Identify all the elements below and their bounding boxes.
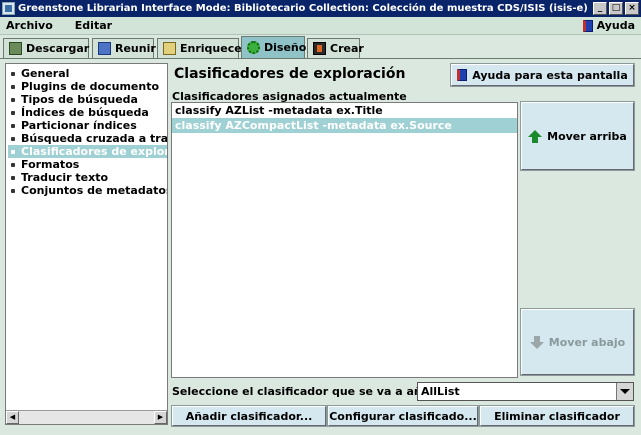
- move-down-button[interactable]: Mover abajo: [520, 308, 635, 376]
- sidebar-item-label: Índices de búsqueda: [21, 106, 149, 119]
- bullet-icon: [11, 149, 15, 154]
- tab-enriquecer[interactable]: Enriquecer: [157, 38, 247, 58]
- arrow-down-icon: [529, 335, 544, 349]
- sidebar-item-label: Plugins de documento: [21, 80, 160, 93]
- menu-help-label: Ayuda: [596, 19, 635, 32]
- sidebar-list: General Plugins de documento Tipos de bú…: [6, 64, 167, 197]
- classifier-select-value: AllList: [421, 385, 460, 398]
- enrich-icon: [163, 42, 176, 55]
- gear-icon: [247, 41, 260, 54]
- sidebar-item-cross-search[interactable]: Búsqueda cruzada a través: [8, 132, 167, 145]
- sidebar-item-label: Conjuntos de metadatos: [21, 184, 167, 197]
- menu-bar: Archivo Editar Ayuda: [0, 17, 641, 35]
- list-item[interactable]: classify AZCompactList -metadata ex.Sour…: [172, 118, 517, 133]
- tab-label: Descargar: [26, 42, 90, 55]
- sidebar-item-label: Formatos: [21, 158, 80, 171]
- sidebar-item-label: Búsqueda cruzada a través: [21, 132, 167, 145]
- sidebar-horizontal-scrollbar[interactable]: ◀ ▶: [6, 410, 167, 424]
- app-icon: [2, 2, 15, 15]
- bullet-icon: [11, 84, 15, 89]
- add-classifier-button[interactable]: Añadir clasificador...: [171, 405, 327, 427]
- tab-descargar[interactable]: Descargar: [3, 38, 89, 58]
- tab-reunir[interactable]: Reunir: [92, 38, 156, 58]
- sidebar-item-label: Clasificadores de exploración: [21, 145, 167, 158]
- maximize-button[interactable]: □: [609, 2, 623, 15]
- sidebar-item-search-indexes[interactable]: Índices de búsqueda: [8, 106, 167, 119]
- create-icon: [313, 42, 326, 55]
- window-controls: _ □ ×: [593, 2, 639, 15]
- gather-icon: [98, 42, 111, 55]
- help-screen-button[interactable]: Ayuda para esta pantalla: [450, 63, 635, 87]
- bullet-icon: [11, 97, 15, 102]
- chevron-down-icon[interactable]: [616, 383, 633, 400]
- sidebar-item-translate[interactable]: Traducir texto: [8, 171, 167, 184]
- menu-archivo[interactable]: Archivo: [6, 19, 53, 32]
- design-sidebar: General Plugins de documento Tipos de bú…: [5, 63, 168, 425]
- tab-bar: Descargar Reunir Enriquecer Diseño Crear: [0, 36, 641, 58]
- tab-label: Crear: [330, 42, 364, 55]
- design-panel: General Plugins de documento Tipos de bú…: [0, 58, 641, 435]
- sidebar-item-search-types[interactable]: Tipos de búsqueda: [8, 93, 167, 106]
- scroll-right-icon[interactable]: ▶: [154, 411, 167, 424]
- classifier-select-label: Seleccione el clasificador que se va a a…: [172, 385, 451, 398]
- title-bar: Greenstone Librarian Interface Mode: Bib…: [0, 0, 641, 17]
- sidebar-item-general[interactable]: General: [8, 67, 167, 80]
- scroll-track[interactable]: [19, 411, 154, 424]
- help-book-icon: [582, 19, 593, 32]
- bullet-icon: [11, 136, 15, 141]
- remove-classifier-button[interactable]: Eliminar clasificador: [479, 405, 635, 427]
- help-book-icon: [457, 69, 468, 81]
- menu-help[interactable]: Ayuda: [582, 19, 635, 32]
- sidebar-item-label: Particionar índices: [21, 119, 137, 132]
- sidebar-item-label: Tipos de búsqueda: [21, 93, 138, 106]
- minimize-button[interactable]: _: [593, 2, 607, 15]
- download-icon: [9, 42, 22, 55]
- help-screen-label: Ayuda para esta pantalla: [472, 68, 628, 82]
- bullet-icon: [11, 71, 15, 76]
- scroll-left-icon[interactable]: ◀: [6, 411, 19, 424]
- bullet-icon: [11, 162, 15, 167]
- tab-label: Diseño: [264, 41, 307, 54]
- sidebar-item-label: General: [21, 67, 70, 80]
- arrow-up-icon: [528, 129, 543, 143]
- classifier-list: classify AZList -metadata ex.Title class…: [171, 102, 518, 378]
- window-title: Greenstone Librarian Interface Mode: Bib…: [18, 3, 588, 14]
- move-up-label: Mover arriba: [547, 129, 627, 143]
- configure-classifier-button[interactable]: Configurar clasificado...: [327, 405, 479, 427]
- tab-diseno[interactable]: Diseño: [241, 36, 307, 58]
- bullet-icon: [11, 110, 15, 115]
- sidebar-item-metadata-sets[interactable]: Conjuntos de metadatos: [8, 184, 167, 197]
- move-down-label: Mover abajo: [548, 335, 626, 349]
- bullet-icon: [11, 175, 15, 180]
- move-up-button[interactable]: Mover arriba: [520, 101, 635, 171]
- bullet-icon: [11, 188, 15, 193]
- tab-label: Reunir: [115, 42, 156, 55]
- sidebar-item-classifiers[interactable]: Clasificadores de exploración: [8, 145, 167, 158]
- sidebar-item-partition-indexes[interactable]: Particionar índices: [8, 119, 167, 132]
- list-item[interactable]: classify AZList -metadata ex.Title: [172, 103, 517, 118]
- classifier-select[interactable]: AllList: [417, 382, 634, 401]
- menu-editar[interactable]: Editar: [75, 19, 112, 32]
- tab-label: Enriquecer: [180, 42, 248, 55]
- tab-crear[interactable]: Crear: [307, 38, 364, 58]
- sidebar-item-label: Traducir texto: [21, 171, 109, 184]
- sidebar-item-formats[interactable]: Formatos: [8, 158, 167, 171]
- page-title: Clasificadores de exploración: [174, 66, 406, 82]
- sidebar-item-plugins[interactable]: Plugins de documento: [8, 80, 167, 93]
- close-button[interactable]: ×: [625, 2, 639, 15]
- bullet-icon: [11, 123, 15, 128]
